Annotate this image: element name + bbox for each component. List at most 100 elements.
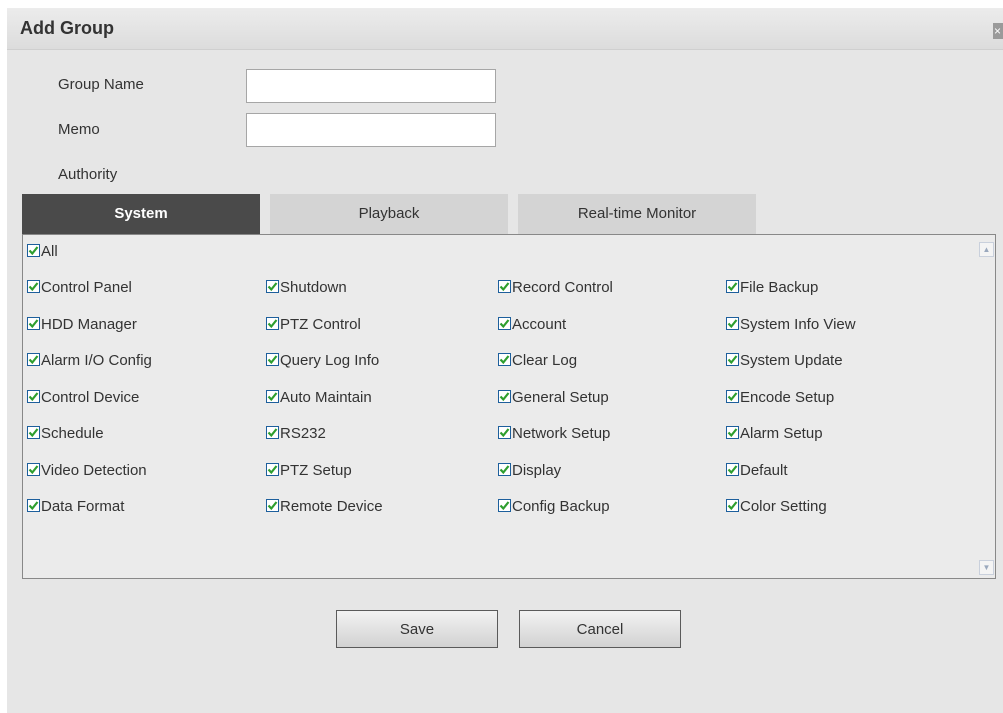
memo-input[interactable] [246,113,496,147]
permission-checkbox[interactable]: Query Log Info [266,352,379,370]
checkbox-label: RS232 [280,425,326,442]
checkbox-checked-icon [27,317,40,330]
scroll-down-icon[interactable]: ▼ [979,560,994,575]
permission-checkbox[interactable]: General Setup [498,389,609,407]
permission-checkbox[interactable]: Encode Setup [726,389,834,407]
checkbox-label: Shutdown [280,279,347,296]
permission-checkbox[interactable]: RS232 [266,425,326,443]
checkbox-label: All [41,243,58,260]
permission-checkbox[interactable]: Alarm I/O Config [27,352,152,370]
checkbox-checked-icon [266,426,279,439]
checkbox-label: Alarm Setup [740,425,823,442]
permission-checkbox[interactable]: Video Detection [27,462,147,480]
checkbox-label: Video Detection [41,462,147,479]
permission-checkbox[interactable]: Record Control [498,279,613,297]
permission-checkbox[interactable]: Display [498,462,561,480]
checkbox-checked-icon [266,317,279,330]
checkbox-label: PTZ Setup [280,462,352,479]
save-button[interactable]: Save [336,610,498,648]
checkbox-all[interactable]: All [27,243,58,261]
permission-checkbox[interactable]: Schedule [27,425,104,443]
checkbox-checked-icon [266,353,279,366]
tab-real-time-monitor[interactable]: Real-time Monitor [518,194,756,234]
group-name-label: Group Name [58,76,144,93]
checkbox-checked-icon [498,353,511,366]
memo-label: Memo [58,121,100,138]
checkbox-checked-icon [726,317,739,330]
checkbox-checked-icon [27,280,40,293]
permission-checkbox[interactable]: Default [726,462,788,480]
permission-checkbox[interactable]: Remote Device [266,498,383,516]
checkbox-checked-icon [266,280,279,293]
permission-checkbox[interactable]: System Update [726,352,843,370]
checkbox-label: Encode Setup [740,389,835,406]
checkbox-label: PTZ Control [280,316,361,333]
permission-checkbox[interactable]: Auto Maintain [266,389,372,407]
checkbox-label: Default [740,462,788,479]
checkbox-label: HDD Manager [41,316,137,333]
checkbox-checked-icon [498,390,511,403]
checkbox-label: Query Log Info [280,352,380,369]
permission-checkbox[interactable]: Color Setting [726,498,827,516]
checkbox-checked-icon [498,426,511,439]
permission-checkbox[interactable]: Clear Log [498,352,577,370]
checkbox-checked-icon [726,463,739,476]
checkbox-checked-icon [266,463,279,476]
checkbox-checked-icon [27,499,40,512]
checkbox-label: Auto Maintain [280,389,372,406]
checkbox-label: Clear Log [512,352,578,369]
permission-checkbox[interactable]: Shutdown [266,279,347,297]
checkbox-label: Control Panel [41,279,132,296]
checkbox-checked-icon [266,390,279,403]
checkbox-label: System Info View [740,316,856,333]
checkbox-checked-icon [27,244,40,257]
checkbox-checked-icon [726,426,739,439]
group-name-input[interactable] [246,69,496,103]
checkbox-checked-icon [726,280,739,293]
checkbox-checked-icon [27,353,40,366]
checkbox-checked-icon [498,463,511,476]
checkbox-label: Account [512,316,567,333]
permission-checkbox[interactable]: Control Panel [27,279,132,297]
checkbox-checked-icon [266,499,279,512]
title-bar: Add Group × [7,8,1003,50]
checkbox-label: System Update [740,352,843,369]
permission-checkbox[interactable]: HDD Manager [27,316,137,334]
checkbox-checked-icon [726,499,739,512]
permission-checkbox[interactable]: PTZ Setup [266,462,352,480]
checkbox-label: Data Format [41,498,125,515]
permission-checkbox[interactable]: Data Format [27,498,124,516]
checkbox-label: General Setup [512,389,609,406]
permission-checkbox[interactable]: Control Device [27,389,139,407]
checkbox-checked-icon [27,426,40,439]
checkbox-label: Control Device [41,389,140,406]
permission-checkbox[interactable]: Account [498,316,566,334]
scroll-up-icon[interactable]: ▲ [979,242,994,257]
cancel-button[interactable]: Cancel [519,610,681,648]
tab-system[interactable]: System [22,194,260,234]
authority-label: Authority [58,166,118,183]
authority-tabs: System Playback Real-time Monitor [22,194,992,234]
scrollbar[interactable]: ▲ ▼ [978,235,995,578]
checkbox-checked-icon [498,317,511,330]
permission-checkbox[interactable]: Alarm Setup [726,425,823,443]
checkbox-label: Schedule [41,425,104,442]
checkbox-label: Alarm I/O Config [41,352,152,369]
add-group-dialog: Add Group × Group Name Memo Authority Sy… [7,8,1003,713]
checkbox-label: Network Setup [512,425,611,442]
checkbox-checked-icon [498,499,511,512]
permission-checkbox[interactable]: PTZ Control [266,316,361,334]
checkbox-checked-icon [726,390,739,403]
permission-checkbox[interactable]: Network Setup [498,425,610,443]
checkbox-checked-icon [27,463,40,476]
tab-playback[interactable]: Playback [270,194,508,234]
checkbox-label: File Backup [740,279,819,296]
close-icon[interactable]: × [993,23,1003,39]
permission-checkbox[interactable]: System Info View [726,316,856,334]
checkbox-label: Remote Device [280,498,383,515]
permission-checkbox[interactable]: Config Backup [498,498,610,516]
checkbox-checked-icon [498,280,511,293]
permission-checkbox[interactable]: File Backup [726,279,818,297]
permissions-panel: All ▲ ▼ Control Panel Shutdown Record Cont… [22,234,996,579]
checkbox-label: Config Backup [512,498,610,515]
